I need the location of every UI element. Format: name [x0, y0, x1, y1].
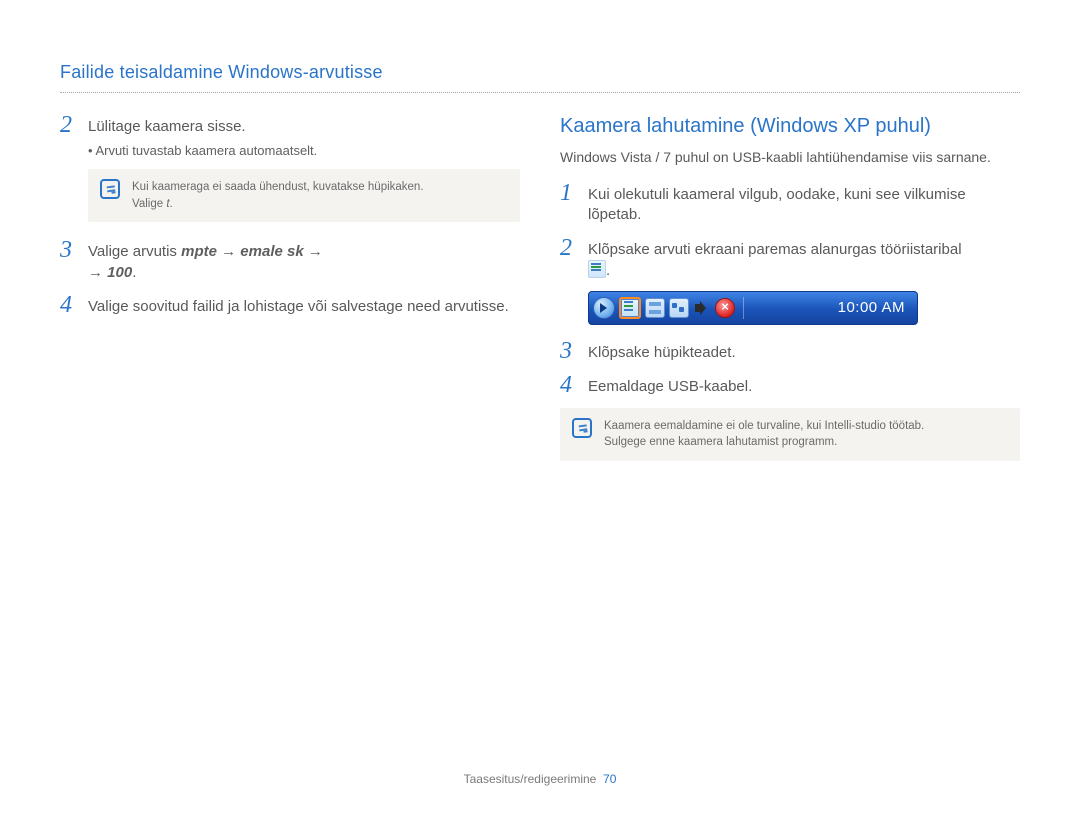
right-column: Kaamera lahutamine (Windows XP puhul) Wi… [560, 113, 1020, 477]
step-number: 3 [560, 339, 578, 363]
step3-arrow3: → [88, 264, 107, 281]
note-line1: Kui kaameraga ei saada ühendust, kuvatak… [132, 181, 424, 193]
right-step2-tail: . [606, 262, 610, 279]
step3-arrow1: → [217, 243, 240, 260]
left-column: 2 Lülitage kaamera sisse. Arvuti tuvasta… [60, 113, 520, 477]
right-step2-text: Klõpsake arvuti ekraani paremas alanurga… [588, 241, 962, 258]
step3-lead: Valige arvutis [88, 243, 181, 260]
tray-security-icon [715, 298, 735, 318]
step3-arrow2: → [304, 243, 323, 260]
footer-page-number: 70 [603, 772, 616, 786]
step-2-text: Lülitage kaamera sisse. [88, 118, 246, 135]
tray-clock: 10:00 AM [838, 298, 911, 318]
page-title: Failide teisaldamine Windows-arvutisse [60, 60, 1020, 93]
right-note: Kaamera eemaldamine ei ole turvaline, ku… [560, 408, 1020, 461]
step-number: 4 [560, 373, 578, 397]
right-step-4: 4 Eemaldage USB-kaabel. [560, 373, 1020, 397]
step-text: Klõpsake hüpikteadet. [588, 339, 1020, 363]
tray-safely-remove-icon [619, 297, 641, 319]
page-footer: Taasesitus/redigeerimine 70 [0, 771, 1080, 787]
manual-page: Failide teisaldamine Windows-arvutisse 2… [0, 0, 1080, 815]
step-2-subtext: Arvuti tuvastab kaamera automaatselt. [88, 142, 520, 160]
step-number: 2 [560, 236, 578, 282]
tray-expand-icon [593, 297, 615, 319]
step-text: Valige arvutis mpte → emale sk → → 100. [88, 238, 520, 283]
tray-volume-icon [693, 299, 711, 317]
step-text: Lülitage kaamera sisse. Arvuti tuvastab … [88, 113, 520, 159]
step3-seg2: emale sk [240, 243, 303, 260]
note-line2c: . [170, 198, 173, 210]
tray-drive-icon [645, 298, 665, 318]
right-note-line2: Sulgege enne kaamera lahutamist programm… [604, 436, 837, 448]
step-number: 2 [60, 113, 78, 159]
step-number: 4 [60, 293, 78, 317]
step-number: 1 [560, 181, 578, 226]
taskbar-tray: 10:00 AM [588, 291, 918, 325]
note-icon [100, 179, 120, 199]
note-text: Kui kaameraga ei saada ühendust, kuvatak… [132, 179, 424, 212]
section-lead: Windows Vista / 7 puhul on USB-kaabli la… [560, 148, 1020, 167]
section-title: Kaamera lahutamine (Windows XP puhul) [560, 113, 1020, 140]
footer-section: Taasesitus/redigeerimine [464, 772, 597, 786]
right-step-2: 2 Klõpsake arvuti ekraani paremas alanur… [560, 236, 1020, 282]
step3-tail: . [132, 264, 136, 281]
step-text: Valige soovitud failid ja lohistage või … [88, 293, 520, 317]
note-icon [572, 418, 592, 438]
step3-seg3: 100 [107, 264, 132, 281]
step-text: Kui olekutuli kaameral vilgub, oodake, k… [588, 181, 1020, 226]
tray-separator [743, 297, 744, 319]
right-note-line1: Kaamera eemaldamine ei ole turvaline, ku… [604, 420, 924, 432]
note-text: Kaamera eemaldamine ei ole turvaline, ku… [604, 418, 924, 451]
right-step-1: 1 Kui olekutuli kaameral vilgub, oodake,… [560, 181, 1020, 226]
tray-network-icon [669, 298, 689, 318]
right-step-3: 3 Klõpsake hüpikteadet. [560, 339, 1020, 363]
note-line2a: Valige [132, 198, 166, 210]
left-step-3: 3 Valige arvutis mpte → emale sk → → 100… [60, 238, 520, 283]
safely-remove-icon [588, 260, 606, 278]
taskbar-tray-image: 10:00 AM [588, 291, 1020, 325]
left-note: Kui kaameraga ei saada ühendust, kuvatak… [88, 169, 520, 222]
left-step-2: 2 Lülitage kaamera sisse. Arvuti tuvasta… [60, 113, 520, 159]
left-step-4: 4 Valige soovitud failid ja lohistage võ… [60, 293, 520, 317]
step3-seg1: mpte [181, 243, 217, 260]
step-text: Klõpsake arvuti ekraani paremas alanurga… [588, 236, 1020, 282]
content-columns: 2 Lülitage kaamera sisse. Arvuti tuvasta… [60, 113, 1020, 477]
step-text: Eemaldage USB-kaabel. [588, 373, 1020, 397]
step-number: 3 [60, 238, 78, 283]
